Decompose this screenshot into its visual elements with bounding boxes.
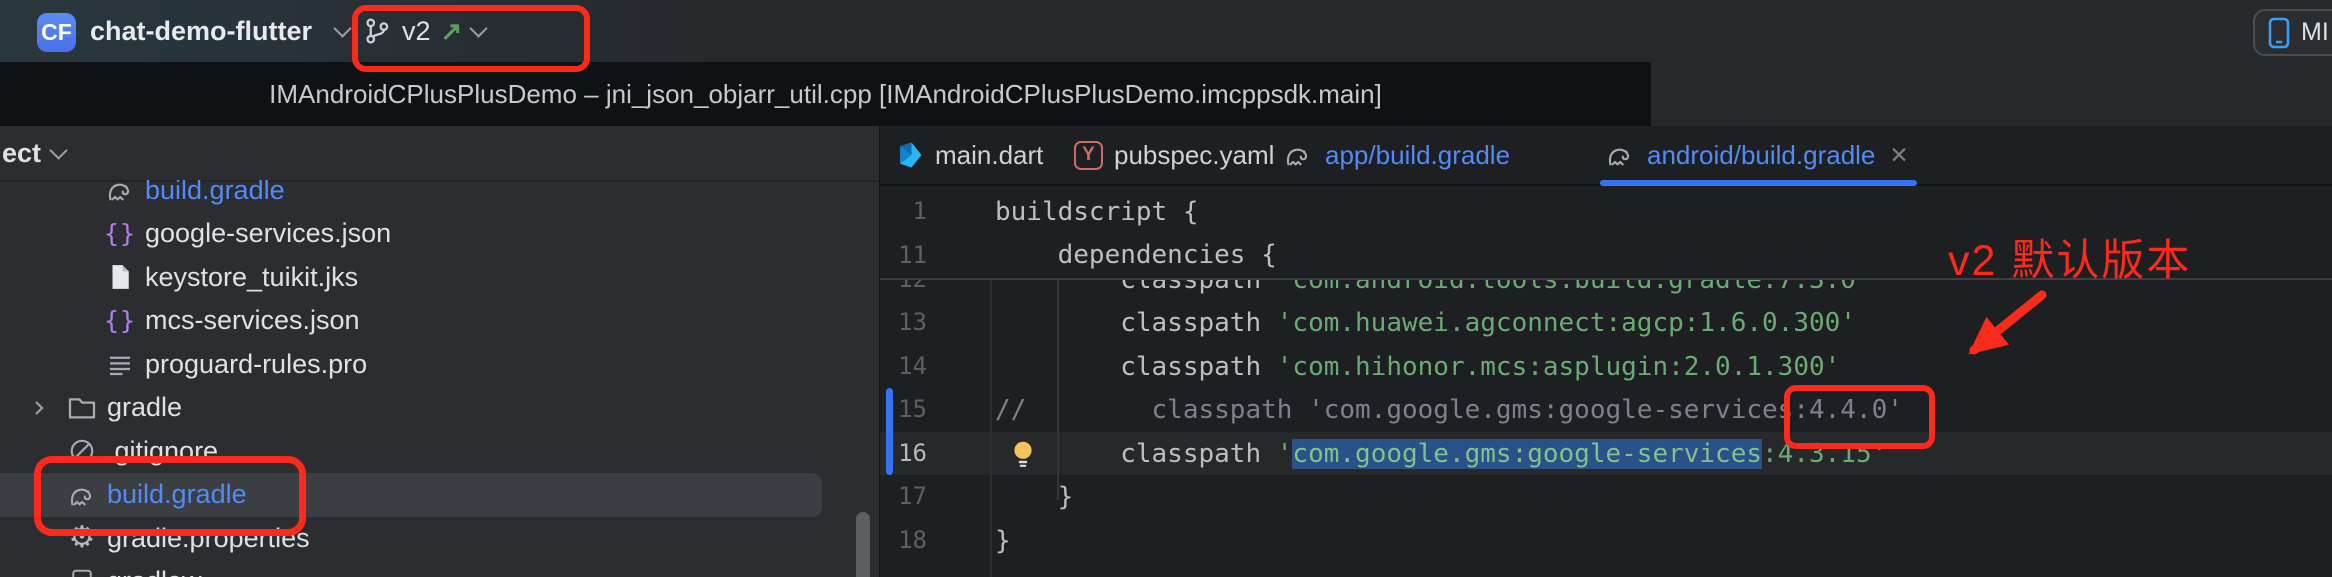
sticky-lines-header: 1 buildscript { 11 dependencies { xyxy=(880,186,2332,280)
vcs-changed-lines-marker xyxy=(886,388,893,476)
chevron-down-icon xyxy=(469,18,489,38)
project-file-tree: build.gradle {} google-services.json keysto… xyxy=(0,180,880,577)
line-number: 18 xyxy=(898,525,927,554)
tree-item-mcs-services-json[interactable]: {} mcs-services.json xyxy=(0,299,880,343)
tab-pubspec-yaml[interactable]: Ypubspec.yaml xyxy=(1056,126,1274,184)
vcs-branch-widget[interactable]: v2 ↗ xyxy=(362,0,489,62)
tab-label: pubspec.yaml xyxy=(1114,139,1275,170)
ignore-icon xyxy=(66,435,98,467)
tree-item-label: gradle.properties xyxy=(107,522,310,553)
code-text: dependencies { xyxy=(995,240,1277,271)
tree-item-label: keystore_tuikit.jks xyxy=(145,261,359,292)
code-line-15[interactable]: 15// classpath 'com.google.gms:google-se… xyxy=(880,388,2332,432)
tree-item-build-gradle[interactable]: build.gradle xyxy=(0,472,880,517)
code-line-13[interactable]: 13 classpath 'com.huawei.agconnect:agcp:… xyxy=(880,301,2332,345)
code-line-16[interactable]: 16 classpath 'com.google.gms:google-serv… xyxy=(880,432,2332,476)
line-number: 13 xyxy=(898,308,927,337)
chevron-down-icon xyxy=(333,19,352,38)
tab-app-build-gradle[interactable]: app/build.gradle xyxy=(1262,126,1510,184)
tree-item-keystore-tuikit-jks[interactable]: keystore_tuikit.jks xyxy=(0,255,880,299)
project-panel-header[interactable]: ect xyxy=(0,126,880,182)
project-selector[interactable]: chat-demo-flutter xyxy=(90,0,312,62)
code-editor[interactable]: 12 classpath 'com.android.tools.build:gr… xyxy=(880,186,2332,577)
tab-label: android/build.gradle xyxy=(1647,139,1876,170)
tree-item-label: google-services.json xyxy=(145,218,392,248)
code-text: classpath 'com.hihonor.mcs:asplugin:2.0.… xyxy=(995,351,1841,382)
tree-item-build-gradle[interactable]: build.gradle xyxy=(0,180,880,212)
tab-label: main.dart xyxy=(935,139,1044,170)
chevron-down-icon xyxy=(49,141,68,160)
tree-item-gitignore[interactable]: .gitignore xyxy=(0,429,880,473)
code-line-1[interactable]: 1 buildscript { xyxy=(880,190,2332,234)
tree-item-label: build.gradle xyxy=(145,180,285,205)
outgoing-commits-icon: ↗ xyxy=(440,15,463,46)
line-number: 17 xyxy=(898,482,927,511)
project-view-dropdown[interactable]: ect xyxy=(2,138,41,169)
editor-header-strip xyxy=(1651,62,2332,126)
tree-item-proguard-rules-pro[interactable]: proguard-rules.pro xyxy=(0,342,880,386)
code-line-11[interactable]: 11 dependencies { xyxy=(880,234,2332,278)
line-number: 1 xyxy=(912,197,927,225)
tree-item-label: proguard-rules.pro xyxy=(145,348,368,379)
chevron-right-icon xyxy=(30,399,48,417)
git-branch-icon xyxy=(366,18,389,44)
gradle-icon xyxy=(1604,139,1636,171)
gradle-icon xyxy=(1282,139,1314,171)
tree-item-gradlew[interactable]: gradlew xyxy=(0,560,880,577)
tree-item-label: build.gradle xyxy=(107,479,247,509)
gradle-icon xyxy=(104,180,136,206)
editor-tab-bar: main.dart Ypubspec.yaml app/build.gradle an… xyxy=(880,126,2332,186)
code-text: } xyxy=(995,525,1011,556)
phone-icon xyxy=(2268,17,2290,48)
code-text: classpath 'com.huawei.agconnect:agcp:1.6… xyxy=(995,308,1856,338)
android-studio-window: CF chat-demo-flutter v2 ↗ MI 9 IMAndroid… xyxy=(0,0,2332,577)
tree-item-google-services-json[interactable]: {} google-services.json xyxy=(0,212,880,256)
project-tool-window: ect build.gradle {} google-services.json ke… xyxy=(0,126,880,577)
tree-item-label: .gitignore xyxy=(107,435,219,466)
code-text: } xyxy=(995,482,1074,512)
json-braces-icon: {} xyxy=(103,219,137,248)
code-text: classpath 'com.google.gms:google-service… xyxy=(995,438,1888,469)
line-number: 11 xyxy=(898,240,927,269)
code-line-14[interactable]: 14 classpath 'com.hihonor.mcs:asplugin:2… xyxy=(880,345,2332,389)
dart-icon xyxy=(894,140,924,170)
tree-item-label: mcs-services.json xyxy=(145,305,360,335)
tree-item-label: gradlew xyxy=(107,566,202,577)
yaml-icon: Y xyxy=(1074,140,1103,170)
folder-icon xyxy=(66,392,98,424)
line-number: 14 xyxy=(898,351,927,380)
close-icon[interactable]: ✕ xyxy=(1889,142,1908,169)
text-file-icon xyxy=(104,348,136,380)
gradle-icon xyxy=(66,479,98,511)
tab-main-dart[interactable]: main.dart xyxy=(880,126,1056,184)
branch-name: v2 xyxy=(402,15,431,46)
code-text: // classpath 'com.google.gms:google-serv… xyxy=(995,395,1903,425)
device-label: MI 9 xyxy=(2301,18,2332,46)
file-icon xyxy=(104,261,136,293)
tab-android-build-gradle[interactable]: android/build.gradle ✕ xyxy=(1592,126,1925,186)
outline-file-icon xyxy=(66,566,98,577)
code-line-18[interactable]: 18} xyxy=(880,519,2332,563)
project-badge: CF xyxy=(37,13,76,52)
gear-icon: ⚙ xyxy=(68,521,96,554)
tab-label: app/build.gradle xyxy=(1325,139,1511,170)
tree-item-gradle[interactable]: gradle xyxy=(0,386,880,430)
code-text: buildscript { xyxy=(995,196,1199,227)
main-toolbar: CF chat-demo-flutter v2 ↗ MI 9 xyxy=(0,0,2332,62)
run-device-selector[interactable]: MI 9 xyxy=(2253,9,2332,56)
tree-item-label: gradle xyxy=(107,392,183,422)
json-braces-icon: {} xyxy=(103,306,137,335)
code-line-17[interactable]: 17 } xyxy=(880,475,2332,519)
project-panel-scrollbar[interactable] xyxy=(856,512,870,577)
bulb-icon xyxy=(1008,438,1038,470)
floating-window-titlebar: IMAndroidCPlusPlusDemo – jni_json_objarr… xyxy=(0,62,1651,126)
tree-item-gradle-properties[interactable]: ⚙ gradle.properties xyxy=(0,516,880,560)
